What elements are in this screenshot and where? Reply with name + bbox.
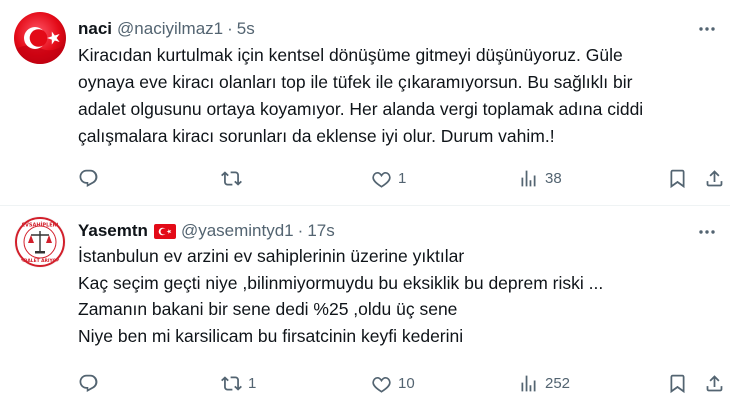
tweet-header: naci @naciyilmaz1 · 5s [78,17,255,41]
avatar[interactable]: EVSAHİPLERİ ADALET ARIYOR [14,216,66,268]
more-button[interactable] [696,18,718,40]
tweet-text-line: İstanbulun ev arzini ev sahiplerinin üze… [78,246,465,266]
tweet-actions: 1 38 [78,164,725,192]
reply-icon [79,169,98,187]
bookmark-icon [670,374,685,393]
tweet-text: İstanbulun ev arzini ev sahiplerinin üze… [78,243,718,349]
view-count: 38 [545,169,562,187]
like-button[interactable]: 1 [371,164,406,192]
bookmark-icon [670,169,685,188]
tweet-header: Yasemtn @yasemintyd1 · 17s [78,219,335,243]
views-icon [521,170,536,186]
retweet-icon [221,170,242,186]
views-button[interactable]: 252 [518,369,570,397]
retweet-button[interactable]: 1 [221,369,256,397]
like-icon [372,376,391,393]
tweet-text-line: çalışmalara kiracı sorunları da eklense … [78,126,555,146]
bookmark-button[interactable] [667,369,688,397]
reply-button[interactable] [78,369,105,397]
share-icon [706,169,723,186]
more-icon [699,27,715,31]
separator-dot: · [227,19,233,38]
like-button[interactable]: 10 [371,369,415,397]
scales-of-justice-logo-icon: EVSAHİPLERİ ADALET ARIYOR [14,216,66,268]
tweet[interactable]: naci @naciyilmaz1 · 5s Kiracıdan kurtulm… [0,0,730,205]
display-name[interactable]: Yasemtn [78,221,148,241]
view-count: 252 [545,374,571,392]
reply-icon [79,374,98,392]
tweet-text-line: oynaya eve kiracı olanları top ile tüfek… [78,72,633,92]
views-icon [521,375,536,391]
share-button[interactable] [704,164,725,192]
retweet-count: 1 [248,374,257,392]
display-name[interactable]: naci [78,19,112,39]
tweet-text-line: Kiracıdan kurtulmak için kentsel dönüşüm… [78,45,623,65]
tweet-text-line: Zamanın bakani bir sene dedi %25 ,oldu ü… [78,299,458,319]
more-icon [699,230,715,234]
user-handle[interactable]: @naciyilmaz1 [117,19,223,39]
views-button[interactable]: 38 [518,164,562,192]
logo-top-text: EVSAHİPLERİ [22,222,59,229]
user-handle[interactable]: @yasemintyd1 [181,221,294,241]
tweet-actions: 1 10 252 [78,369,725,397]
logo-bottom-text: ADALET ARIYOR [20,258,60,264]
retweet-button[interactable] [221,164,248,192]
tweet-text-line: Niye ben mi karsilicam bu firsatcinin ke… [78,325,464,346]
more-button[interactable] [696,221,718,243]
turkish-flag-avatar-icon [14,12,66,64]
reply-button[interactable] [78,164,105,192]
share-button[interactable] [704,369,725,397]
retweet-icon [221,375,242,391]
timestamp[interactable]: 17s [307,221,334,241]
tweet-text-line: adalet olgusunu ortaya koyamıyor. Her al… [78,99,644,119]
avatar[interactable] [14,12,66,64]
share-icon [706,374,723,391]
tweet-text-line: Kaç seçim geçti niye ,bilinmiyormuydu bu… [78,272,604,293]
tweet-text: Kiracıdan kurtulmak için kentsel dönüşüm… [78,42,718,150]
like-count: 1 [398,169,407,187]
like-icon [372,171,391,188]
separator-dot: · [297,221,304,240]
bookmark-button[interactable] [667,164,688,192]
like-count: 10 [398,374,415,392]
turkish-flag-icon [153,223,176,239]
tweet[interactable]: EVSAHİPLERİ ADALET ARIYOR Yasemtn @yasem… [0,206,730,420]
timestamp[interactable]: 5s [237,19,255,39]
